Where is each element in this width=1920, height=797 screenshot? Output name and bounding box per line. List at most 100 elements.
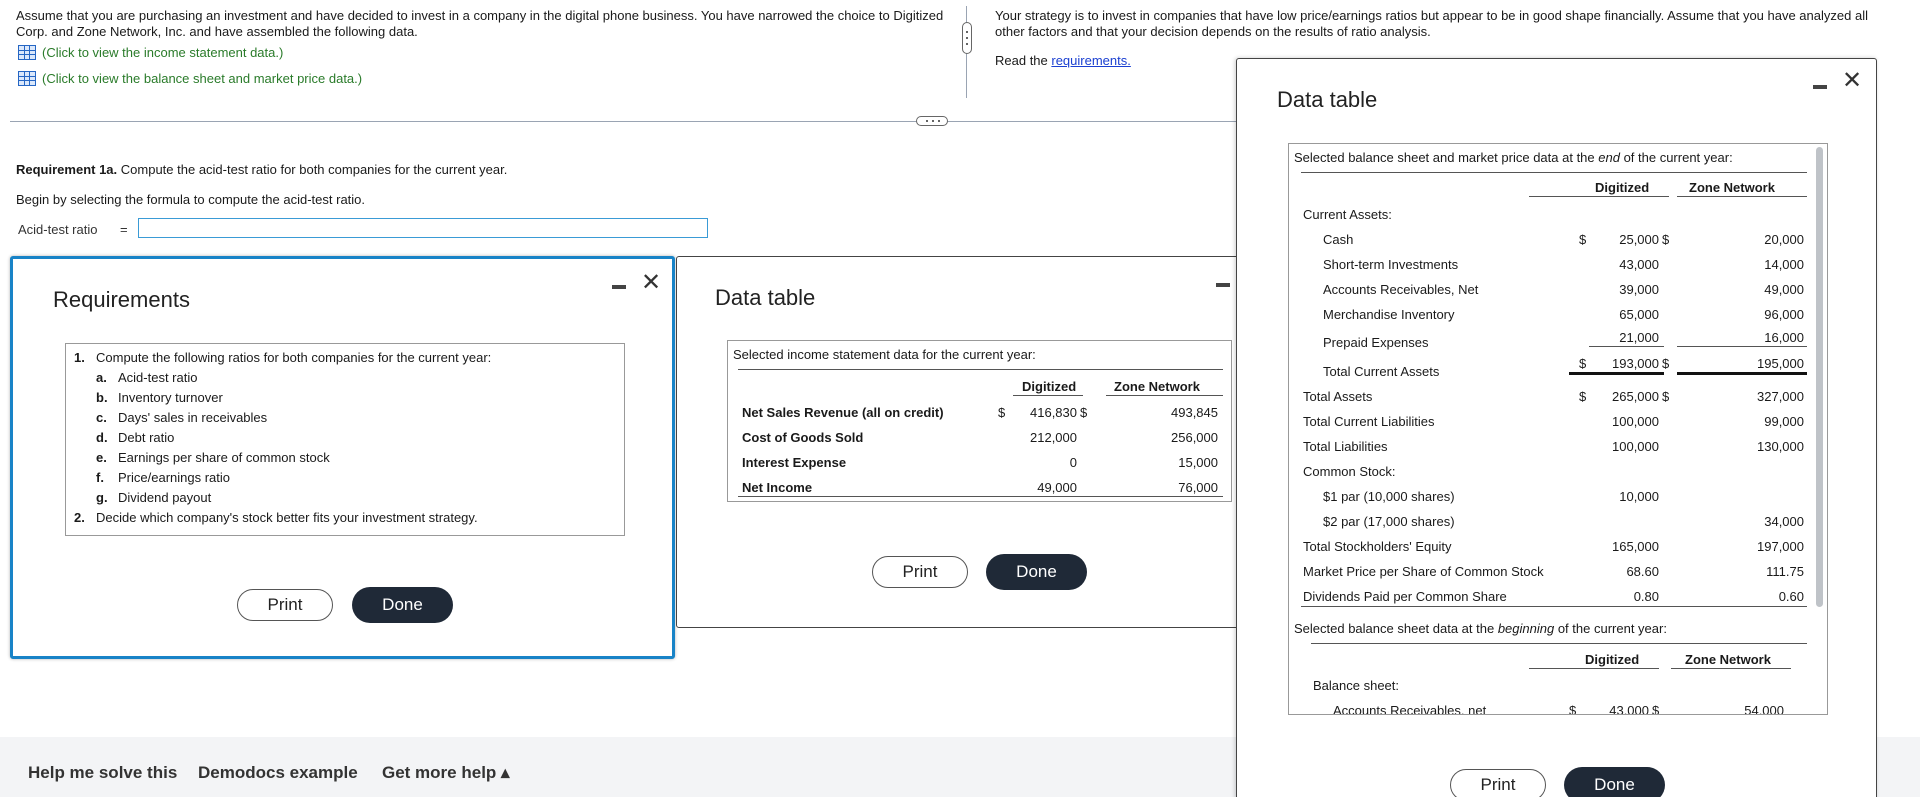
balance-data-link[interactable]: (Click to view the balance sheet and mar…	[18, 71, 362, 86]
zone-value: 16,000	[1764, 330, 1804, 345]
list-item: 1. Compute the following ratios for both …	[74, 350, 492, 365]
row-label: Total Current Assets	[1323, 364, 1440, 379]
section-label: Current Assets:	[1303, 207, 1392, 222]
close-icon[interactable]: ✕	[1842, 69, 1862, 93]
get-more-help-button[interactable]: Get more help ▴	[382, 763, 510, 783]
balance-data-link-text: (Click to view the balance sheet and mar…	[42, 71, 363, 86]
demodocs-example-button[interactable]: Demodocs example	[198, 763, 358, 783]
row-label: Total Liabilities	[1303, 439, 1388, 454]
done-button[interactable]: Done	[352, 587, 453, 623]
zone-value: 54,000	[1744, 703, 1784, 715]
row-label: Prepaid Expenses	[1323, 335, 1429, 350]
row-label: Net Sales Revenue (all on credit)	[742, 405, 944, 420]
zone-value: 256,000	[1171, 430, 1218, 445]
print-button[interactable]: Print	[872, 556, 968, 588]
digitized-value: 25,000	[1619, 232, 1659, 247]
row-label: Market Price per Share of Common Stock	[1303, 564, 1544, 579]
minimize-icon[interactable]	[1216, 283, 1230, 287]
zone-value: 111.75	[1766, 564, 1804, 579]
section-label: Balance sheet:	[1313, 678, 1400, 693]
zone-value: 493,845	[1171, 405, 1218, 420]
digitized-value: 193,000	[1612, 356, 1659, 371]
zone-value: 0.60	[1778, 589, 1804, 604]
scrollbar[interactable]	[1816, 147, 1823, 607]
minimize-icon[interactable]	[612, 285, 626, 289]
income-data-table: Selected income statement data for the c…	[727, 340, 1232, 502]
digitized-value: 68.60	[1626, 564, 1659, 579]
list-item: a. Acid-test ratio	[96, 370, 198, 385]
digitized-value: 43,000	[1619, 257, 1659, 272]
digitized-value: 0.80	[1633, 589, 1659, 604]
row-label: Short-term Investments	[1323, 257, 1459, 272]
column-header-digitized: Digitized	[1595, 180, 1650, 195]
close-icon[interactable]: ✕	[641, 271, 661, 295]
digitized-value: 100,000	[1612, 414, 1659, 429]
row-label: Merchandise Inventory	[1323, 307, 1455, 322]
digitized-value: 49,000	[1037, 480, 1077, 495]
zone-value: 34,000	[1764, 514, 1804, 529]
done-button[interactable]: Done	[986, 554, 1087, 590]
balance-data-table: Selected balance sheet and market price …	[1288, 143, 1828, 715]
strategy-text: Your strategy is to invest in companies …	[995, 8, 1868, 39]
list-item: c. Days' sales in receivables	[96, 410, 268, 425]
zone-value: 14,000	[1764, 257, 1804, 272]
digitized-value: 43,000	[1609, 703, 1649, 715]
list-item: e. Earnings per share of common stock	[96, 450, 330, 465]
digitized-value: 10,000	[1619, 489, 1659, 504]
horizontal-resize-handle[interactable]	[916, 116, 948, 126]
requirements-list: 1. Compute the following ratios for both …	[65, 343, 625, 536]
minimize-icon[interactable]	[1813, 85, 1827, 89]
column-header-zone-network: Zone Network	[1114, 379, 1200, 394]
requirement-1a-label: Requirement 1a.	[16, 162, 118, 177]
row-label: Cost of Goods Sold	[742, 430, 864, 445]
requirements-link[interactable]: requirements.	[1051, 53, 1130, 68]
column-header-zone-network: Zone Network	[1689, 180, 1775, 195]
row-label: Common Stock:	[1303, 464, 1396, 479]
print-button[interactable]: Print	[1450, 769, 1546, 797]
digitized-value: 165,000	[1612, 539, 1659, 554]
row-label: $1 par (10,000 shares)	[1323, 489, 1455, 504]
horizontal-divider	[10, 121, 1240, 122]
acid-test-formula-input[interactable]	[138, 218, 708, 238]
row-label: Dividends Paid per Common Share	[1303, 589, 1507, 604]
help-me-solve-button[interactable]: Help me solve this	[28, 763, 177, 783]
zone-value: 76,000	[1178, 480, 1218, 495]
zone-value: 49,000	[1764, 282, 1804, 297]
row-label: Total Stockholders' Equity	[1303, 539, 1452, 554]
digitized-value: 21,000	[1619, 330, 1659, 345]
dollar-sign: $	[998, 405, 1006, 420]
table-caption: Selected balance sheet and market price …	[1294, 150, 1733, 165]
acid-test-label: Acid-test ratio	[18, 222, 98, 237]
done-button[interactable]: Done	[1564, 767, 1665, 797]
list-item: f. Price/earnings ratio	[96, 470, 230, 485]
list-item: b. Inventory turnover	[96, 390, 223, 405]
table-icon	[18, 45, 36, 60]
list-item: d. Debt ratio	[96, 430, 175, 445]
requirements-dialog: Requirements ✕ 1. Compute the following r…	[10, 256, 675, 659]
row-label: $2 par (17,000 shares)	[1323, 514, 1455, 529]
dialog-title: Data table	[715, 285, 816, 310]
zone-value: 20,000	[1764, 232, 1804, 247]
row-label: Accounts Receivables, net	[1333, 703, 1487, 715]
digitized-value: 212,000	[1030, 430, 1077, 445]
print-button[interactable]: Print	[237, 589, 333, 621]
zone-value: 197,000	[1757, 539, 1804, 554]
question-intro: Assume that you are purchasing an invest…	[16, 8, 944, 39]
income-data-link[interactable]: (Click to view the income statement data…	[18, 45, 283, 60]
table-caption-2: Selected balance sheet data at the begin…	[1294, 621, 1667, 636]
balance-data-dialog: Data table ✕ Selected balance sheet and …	[1236, 58, 1877, 797]
dialog-title: Requirements	[53, 287, 190, 312]
vertical-resize-handle[interactable]	[962, 22, 972, 54]
table-caption: Selected income statement data for the c…	[733, 347, 1036, 362]
column-header-digitized: Digitized	[1022, 379, 1077, 394]
requirement-1a-text: Compute the acid-test ratio for both com…	[117, 162, 508, 177]
dialog-title: Data table	[1277, 87, 1378, 112]
digitized-value: 416,830	[1030, 405, 1077, 420]
zone-value: 327,000	[1757, 389, 1804, 404]
column-header-zone-network: Zone Network	[1685, 652, 1771, 667]
dollar-sign: $	[1080, 405, 1088, 420]
zone-value: 195,000	[1757, 356, 1804, 371]
zone-value: 99,000	[1764, 414, 1804, 429]
zone-value: 130,000	[1757, 439, 1804, 454]
digitized-value: 100,000	[1612, 439, 1659, 454]
